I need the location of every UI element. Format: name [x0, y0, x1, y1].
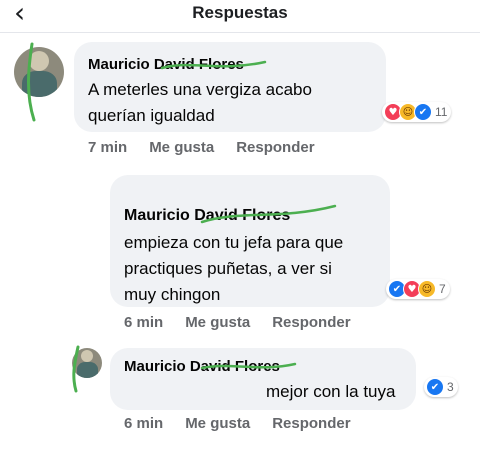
reaction-summary[interactable]: ✔ ♥ ☺ 7: [386, 279, 450, 299]
reaction-summary[interactable]: ✔ 3: [424, 377, 458, 397]
avatar[interactable]: [14, 47, 64, 97]
reaction-count: 3: [447, 380, 454, 394]
like-button[interactable]: Me gusta: [185, 415, 250, 432]
comment-text: mejor con la tuya: [266, 382, 396, 401]
comment-actions: 6 min Me gusta Responder: [124, 314, 373, 331]
avatar[interactable]: [72, 348, 102, 378]
reply-button[interactable]: Responder: [272, 314, 350, 331]
thumbs-up-icon: ✔: [426, 378, 444, 396]
reply-button[interactable]: Responder: [272, 415, 350, 432]
comment-author[interactable]: Mauricio David Flores: [124, 358, 280, 375]
comment-author[interactable]: Mauricio David Flores: [88, 56, 244, 73]
header-divider: [0, 32, 480, 33]
comment-text: A meterles una vergiza acabo querían igu…: [88, 80, 312, 125]
page-title: Respuestas: [192, 3, 288, 22]
reaction-summary[interactable]: ♥ ☺ ✔ 11: [382, 102, 452, 122]
like-button[interactable]: Me gusta: [149, 139, 214, 156]
reply-button[interactable]: Responder: [236, 139, 314, 156]
reaction-count: 11: [435, 105, 448, 119]
comment-author[interactable]: Mauricio David Flores: [124, 207, 290, 225]
header: ‹ Respuestas: [0, 0, 480, 30]
reaction-count: 7: [439, 282, 446, 296]
comment-actions: 7 min Me gusta Responder: [88, 139, 337, 156]
thumbs-up-icon: ✔: [414, 103, 432, 121]
comment-time: 7 min: [88, 139, 128, 156]
comment-time: 6 min: [124, 314, 164, 331]
haha-icon: ☺: [418, 280, 436, 298]
comment-text: empieza con tu jefa para que practiques …: [124, 233, 344, 304]
comment-time: 6 min: [124, 415, 164, 432]
comment-actions: 6 min Me gusta Responder: [124, 415, 373, 432]
like-button[interactable]: Me gusta: [185, 314, 250, 331]
